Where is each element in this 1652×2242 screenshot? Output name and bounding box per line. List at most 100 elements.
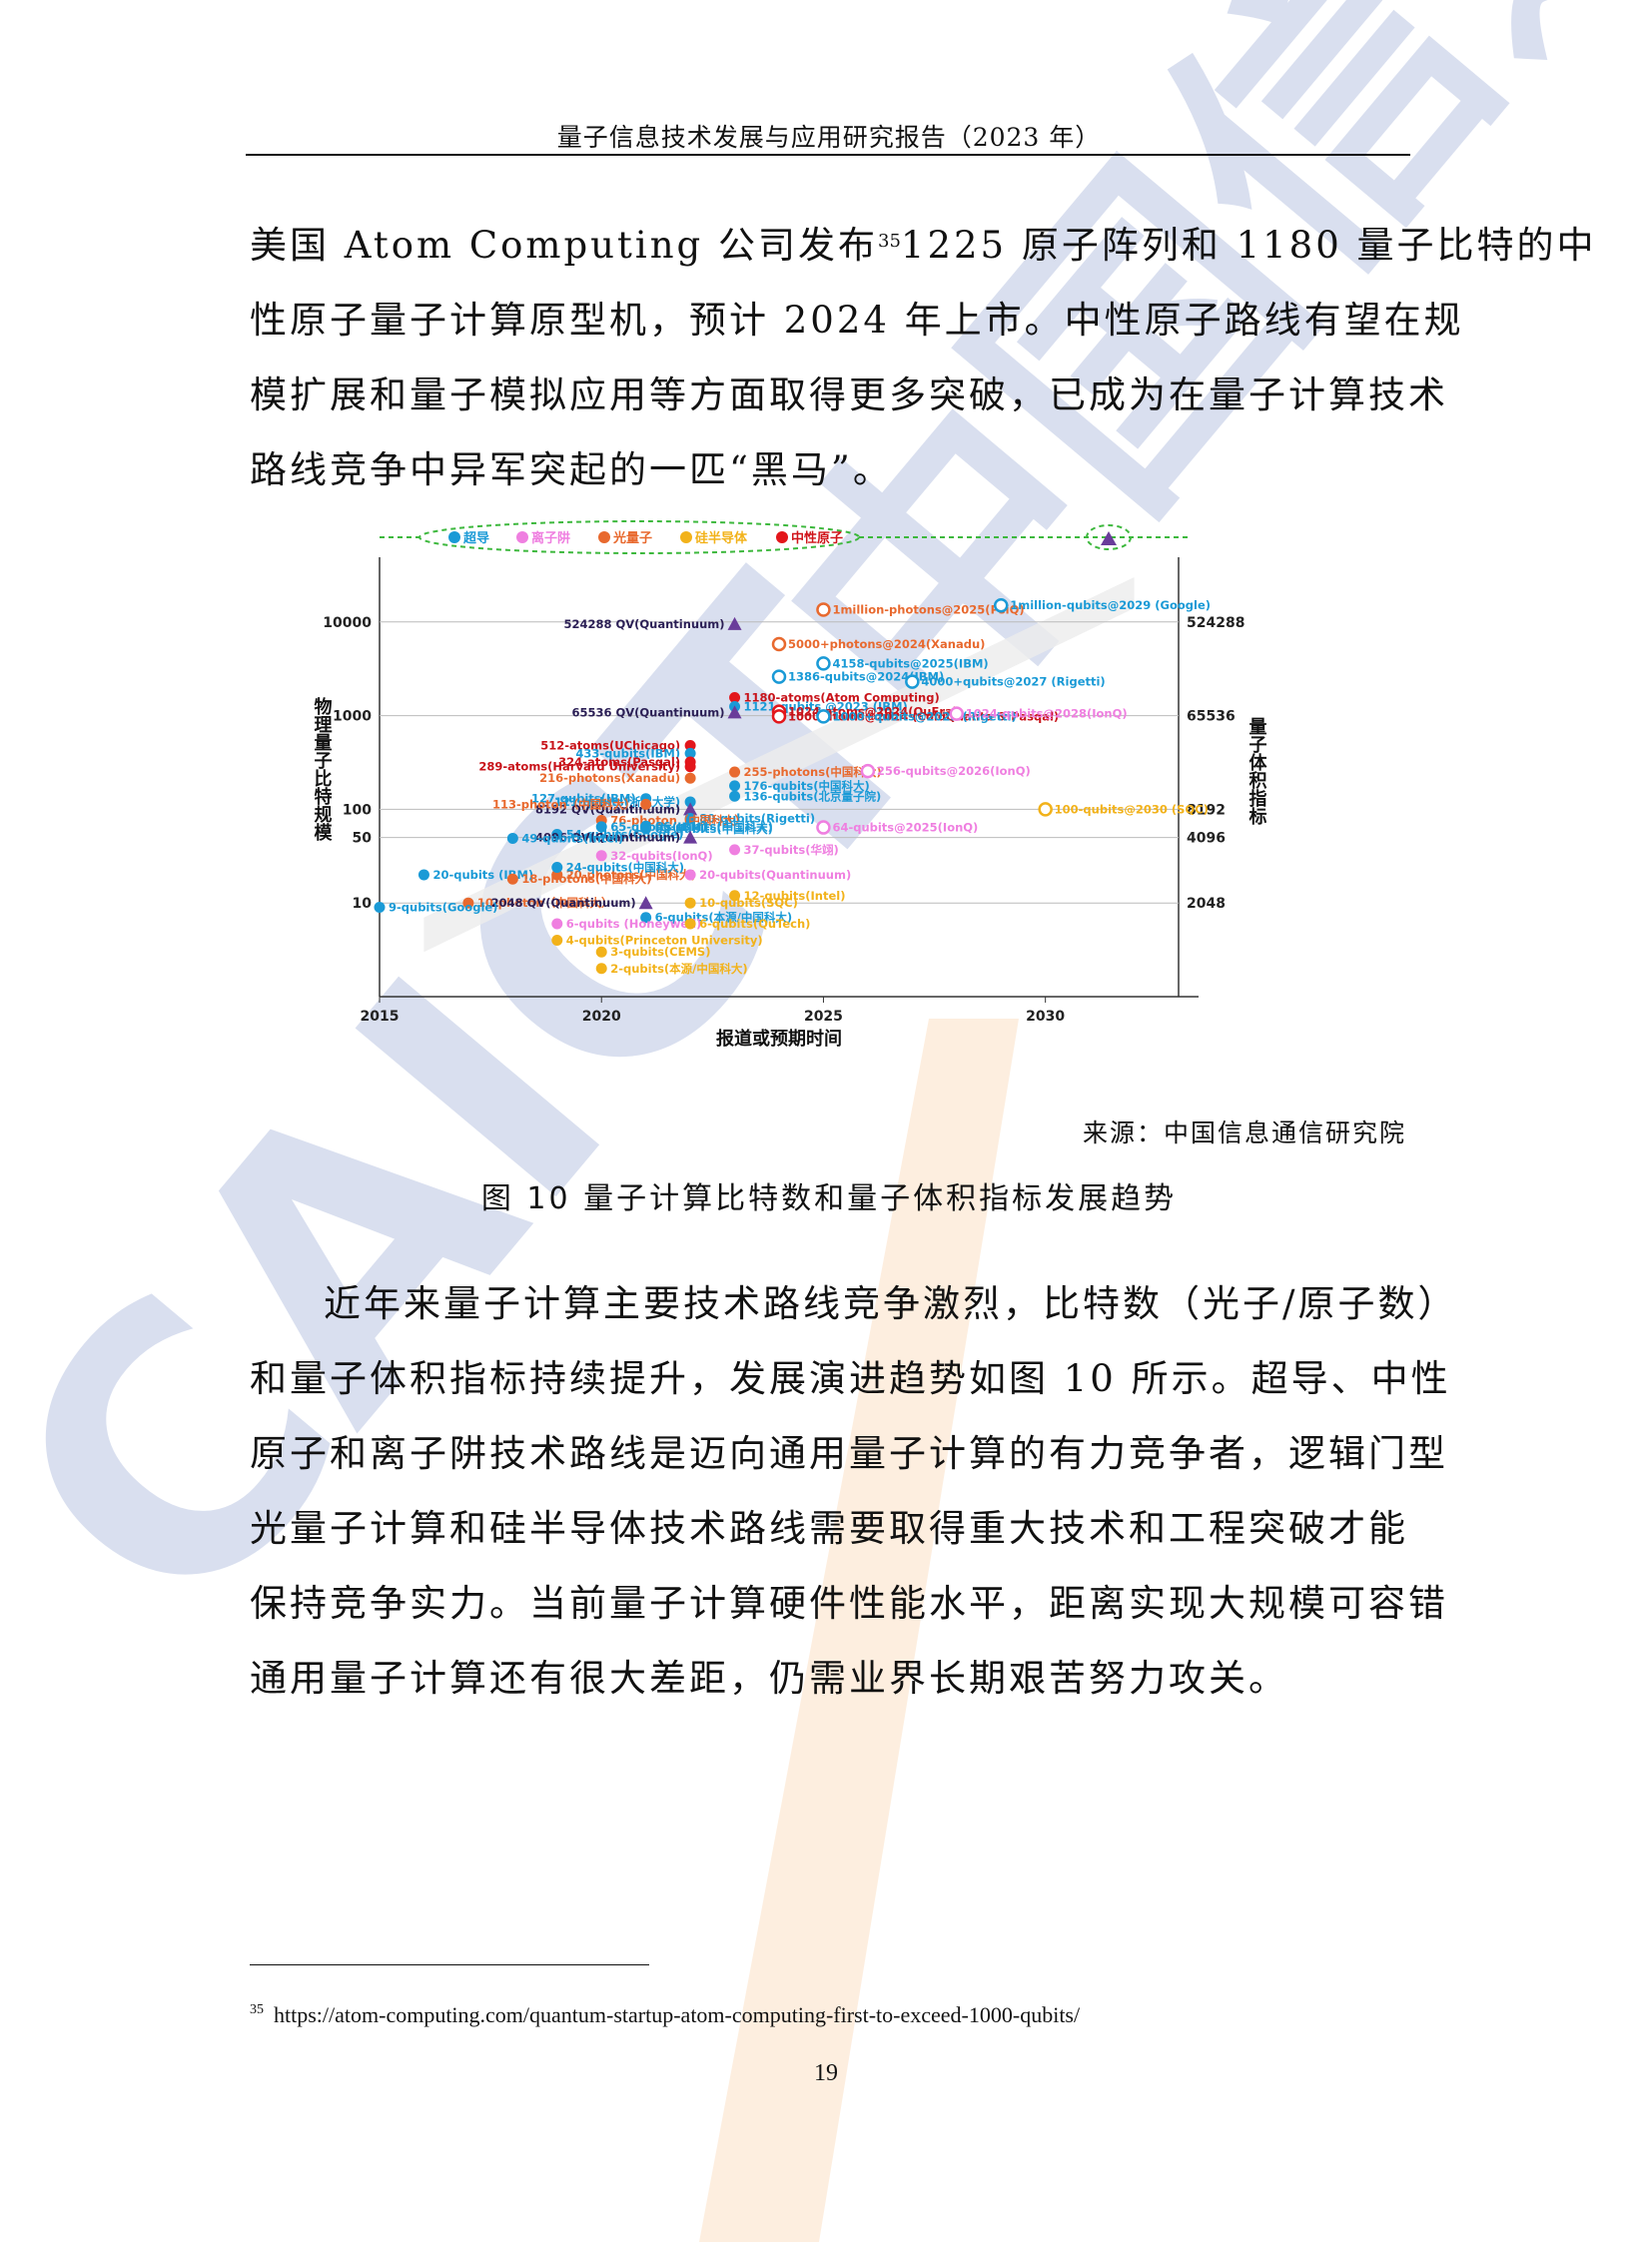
paragraph-2-line-6: 通用量子计算还有很大差距，仍需业界长期艰苦努力攻关。 [250, 1657, 1288, 1700]
paragraph-2-line-2: 和量子体积指标持续提升，发展演进趋势如图 10 所示。超导、中性 [250, 1357, 1451, 1400]
y2-tick-label: 4096 [1187, 831, 1226, 847]
point-label: 1million-qubits@2029 (Google) [1010, 598, 1211, 612]
header-rule [246, 154, 1410, 156]
legend-label: 中性原子 [791, 530, 843, 546]
y-tick-label: 10 [353, 896, 373, 912]
figure-source: 来源：中国信息通信研究院 [1082, 1119, 1406, 1147]
x-tick-label: 2020 [582, 1009, 621, 1025]
data-marker [729, 780, 741, 792]
legend-label: 离子阱 [531, 530, 570, 546]
projected-marker [771, 636, 787, 652]
paragraph-1-line-2: 性原子量子计算原型机，预计 2024 年上市。中性原子路线有望在规 [250, 299, 1464, 342]
point-label: 6-qubits(QuTech) [699, 917, 810, 931]
data-marker [595, 946, 607, 958]
point-label: 256-qubits@2026(IonQ) [877, 764, 1031, 778]
projected-marker [905, 674, 920, 689]
paragraph-2-line-4: 光量子计算和硅半导体技术路线需要取得重大技术和工程突破才能 [250, 1507, 1408, 1550]
data-marker [684, 869, 696, 881]
point-label: 4000+qubits@2027 (Rigetti) [921, 675, 1105, 689]
point-label: 524288 QV(Quantinuum) [563, 617, 724, 631]
x-tick-label: 2025 [804, 1009, 843, 1025]
point-label: 2-qubits(本源/中国科大) [610, 962, 747, 976]
paragraph-2-line-1: 近年来量子计算主要技术路线竞争激烈，比特数（光子/原子数） [324, 1282, 1458, 1325]
data-marker [684, 897, 696, 909]
data-marker [684, 761, 696, 773]
legend-label: 超导 [463, 530, 489, 546]
projected-marker [816, 709, 831, 724]
point-label: 5000+photons@2024(Xanadu) [788, 637, 985, 651]
legend-marker [776, 531, 788, 543]
x-axis-title: 报道或预期时间 [716, 1028, 842, 1050]
footnote-marker: 35 [250, 2002, 264, 2017]
data-marker [417, 869, 429, 881]
y2-tick-label: 2048 [1187, 896, 1226, 912]
data-marker [640, 798, 652, 810]
legend-marker [598, 531, 610, 543]
footnote-reference[interactable]: 35 [878, 231, 901, 252]
y2-tick-label: 524288 [1187, 615, 1244, 631]
point-label: 37-qubits(华翊) [744, 843, 839, 857]
point-label: 10-qubits(SQC) [699, 896, 798, 910]
point-label: 1024-qubits@2028(IonQ) [966, 707, 1128, 721]
projected-marker [771, 709, 787, 724]
legend-marker [680, 531, 692, 543]
paragraph-1-line-1: 美国 Atom Computing 公司发布351225 原子阵列和 1180 … [250, 208, 1594, 283]
footnote-rule [250, 1964, 649, 1965]
projected-marker [771, 669, 787, 684]
point-label: 6-qubits (Honeywell) [566, 917, 702, 931]
point-label: 216-photons(Xanadu) [539, 771, 680, 785]
y-tick-label: 100 [343, 802, 372, 818]
data-marker [729, 844, 741, 856]
paragraph-1-line-4: 路线竞争中异军突起的一匹“黑马”。 [250, 448, 893, 491]
point-label: 3-qubits(CEMS) [610, 945, 710, 959]
point-label: 4158-qubits@2025(IBM) [832, 656, 988, 670]
y-axis-title: 物理量子比特规模 [312, 696, 333, 842]
data-marker [684, 918, 696, 930]
projected-marker [949, 706, 965, 721]
point-label: 64-qubits@2025(IonQ) [832, 821, 978, 835]
qv-marker [727, 616, 742, 630]
point-label: 113-photon（中国科大） [492, 797, 636, 811]
x-tick-label: 2015 [361, 1009, 400, 1025]
legend-label: 光量子 [612, 530, 652, 546]
point-label: 18-photons(中国科大) [521, 872, 651, 886]
point-label: 49-qubits(Intel) [521, 831, 623, 845]
x-tick-label: 2030 [1026, 1009, 1065, 1025]
point-label: 65536 QV(Quantinuum) [571, 705, 724, 719]
legend-label: 硅半导体 [695, 530, 748, 546]
y2-tick-label: 65536 [1187, 709, 1236, 725]
qv-marker [638, 896, 653, 910]
point-label: 20-qubits(Quantinuum) [699, 868, 851, 882]
y2-axis-title: 量子体积指标 [1246, 716, 1268, 825]
projected-marker [993, 597, 1009, 613]
legend-marker [516, 531, 528, 543]
footnote-url[interactable]: https://atom-computing.com/quantum-start… [274, 2002, 1080, 2027]
page-number: 19 [814, 2060, 838, 2086]
paragraph-2: 近年来量子计算主要技术路线竞争激烈，比特数（光子/原子数） 和量子体积指标持续提… [250, 1266, 1458, 1716]
point-label: 20-qubits (IBM) [432, 868, 533, 882]
data-marker [506, 873, 518, 885]
paragraph-1-line-3: 模扩展和量子模拟应用等方面取得更多突破，已成为在量子计算技术 [250, 374, 1448, 416]
paragraph-2-line-5: 保持竞争实力。当前量子计算硬件性能水平，距离实现大规模可容错 [250, 1582, 1448, 1625]
footnote: 35 https://atom-computing.com/quantum-sta… [250, 2002, 1080, 2028]
projected-marker [1038, 802, 1053, 817]
paragraph-1: 美国 Atom Computing 公司发布351225 原子阵列和 1180 … [250, 208, 1594, 507]
legend-marker [448, 531, 460, 543]
paragraph-2-line-3: 原子和离子阱技术路线是迈向通用量子计算的有力竞争者，逻辑门型 [250, 1432, 1448, 1475]
y-tick-label: 50 [353, 831, 373, 847]
projected-marker [860, 763, 876, 779]
running-header: 量子信息技术发展与应用研究报告（2023 年） [556, 123, 1102, 152]
figure-caption: 图 10 量子计算比特数和量子体积指标发展趋势 [480, 1181, 1178, 1216]
projected-marker [816, 602, 831, 617]
point-label: 100-qubits@2030 (SQC) [1055, 802, 1209, 816]
data-marker [729, 790, 741, 802]
chart-svg: 10000 5242881000 65536100 819250 409610 20482… [312, 520, 1268, 1050]
data-marker [551, 918, 563, 930]
projected-marker [816, 820, 831, 835]
data-marker [506, 832, 518, 844]
point-label: 2048 QV(Quantinuum) [491, 896, 636, 910]
data-marker [551, 935, 563, 947]
y-tick-label: 1000 [333, 709, 372, 725]
data-marker [374, 901, 386, 913]
data-marker [684, 772, 696, 784]
